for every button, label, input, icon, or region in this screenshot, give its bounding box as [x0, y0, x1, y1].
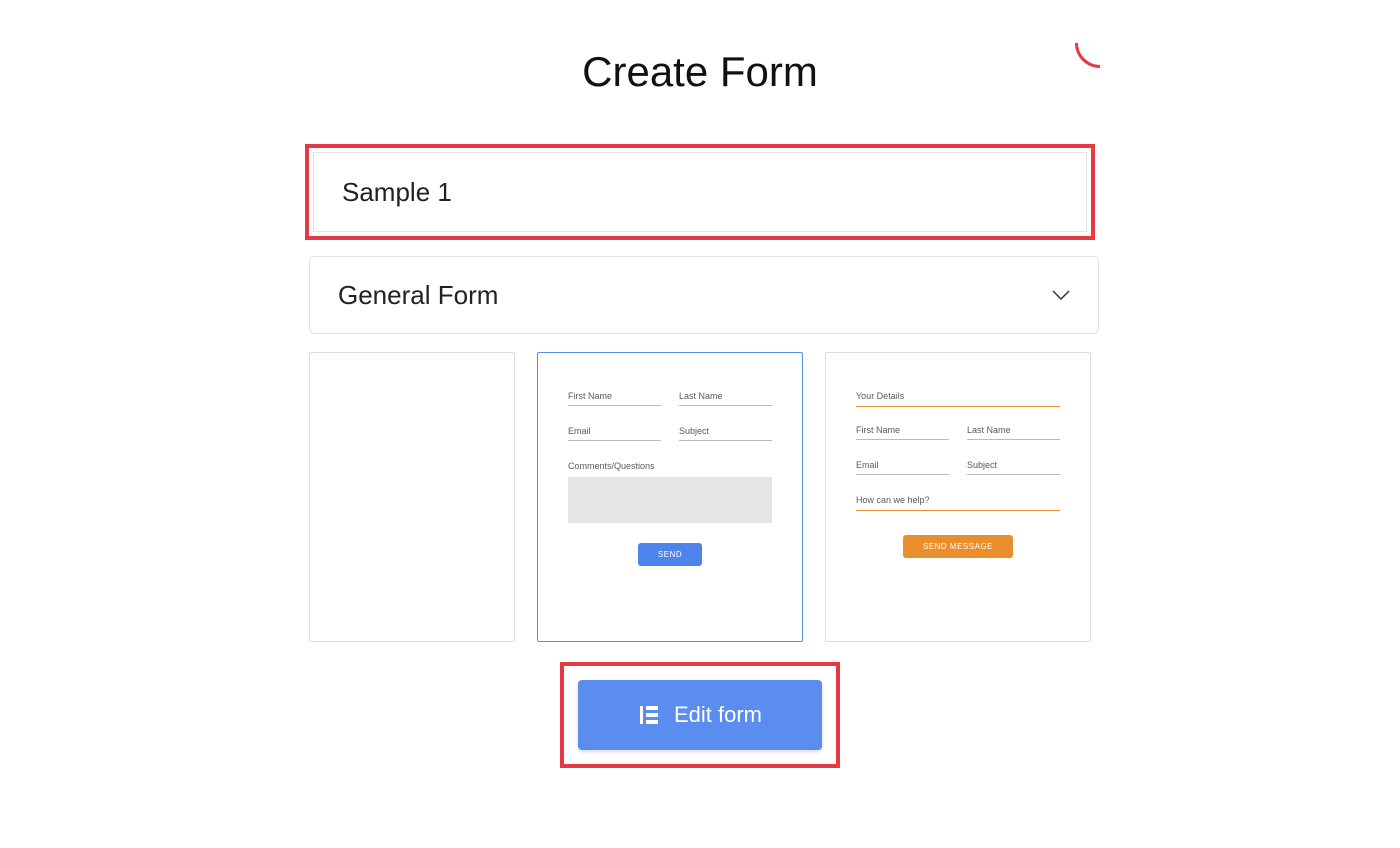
template-basic-contact[interactable]: First Name Last Name Email Subject Comme…: [537, 352, 803, 642]
preview-section-title: Your Details: [856, 391, 1060, 407]
preview-textarea: [568, 477, 772, 523]
preview-field-last-name: Last Name: [967, 425, 1060, 440]
preview-field-subject: Subject: [967, 460, 1060, 475]
elementor-icon: [638, 704, 660, 726]
preview-field-email: Email: [568, 426, 661, 441]
preview-field-first-name: First Name: [856, 425, 949, 440]
preview-comments-label: Comments/Questions: [568, 461, 772, 471]
preview-send-button: SEND: [638, 543, 702, 566]
chevron-down-icon: [1052, 290, 1070, 300]
edit-form-button[interactable]: Edit form: [578, 680, 822, 750]
form-name-input[interactable]: [313, 152, 1087, 232]
preview-field-subject: Subject: [679, 426, 772, 441]
preview-help-label: How can we help?: [856, 495, 1060, 511]
preview-field-first-name: First Name: [568, 391, 661, 406]
preview-send-message-button: SEND MESSAGE: [903, 535, 1013, 558]
template-blank[interactable]: [309, 352, 515, 642]
template-orange-contact[interactable]: Your Details First Name Last Name Email …: [825, 352, 1091, 642]
edit-form-label: Edit form: [674, 702, 762, 728]
form-type-selected-label: General Form: [338, 280, 498, 311]
edit-form-highlight: Edit form: [560, 662, 840, 768]
preview-field-email: Email: [856, 460, 949, 475]
form-builder-container: General Form First Name Last Name Email …: [305, 144, 1095, 642]
preview-field-last-name: Last Name: [679, 391, 772, 406]
form-name-highlight: [305, 144, 1095, 240]
page-title: Create Form: [0, 48, 1400, 96]
template-gallery: First Name Last Name Email Subject Comme…: [309, 352, 1091, 642]
form-type-select[interactable]: General Form: [309, 256, 1099, 334]
